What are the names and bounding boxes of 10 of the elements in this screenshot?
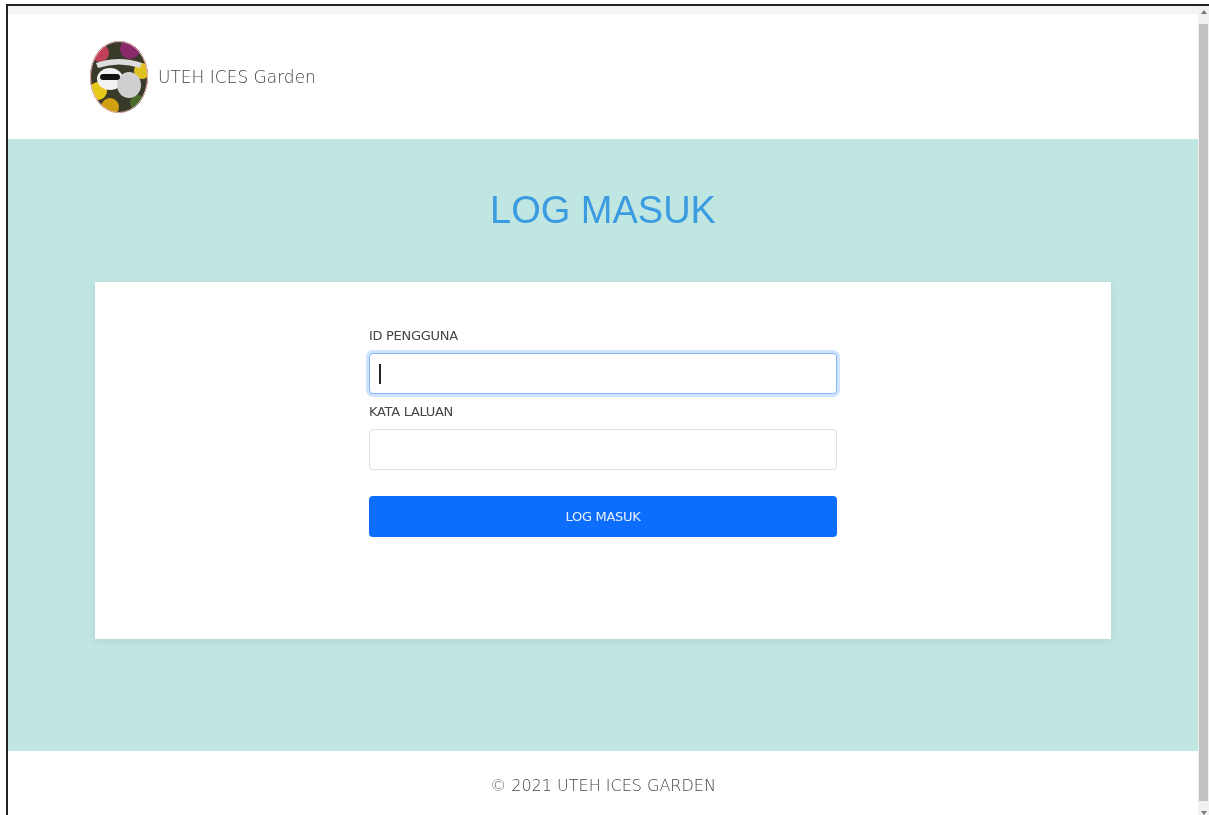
copyright-text: © 2021 UTEH ICES GARDEN xyxy=(490,775,716,795)
input-field[interactable] xyxy=(369,353,837,394)
page-title: LOG MASUK xyxy=(490,189,716,232)
text-cursor xyxy=(379,363,381,384)
field-label: KATA LALUAN xyxy=(369,404,454,419)
field-label: ID PENGGUNA xyxy=(369,328,459,343)
scrollbar[interactable] xyxy=(1198,6,1209,815)
login-button[interactable]: LOG MASUK xyxy=(369,496,837,537)
input-field[interactable] xyxy=(369,429,837,470)
brand-name[interactable]: UTEH ICES Garden xyxy=(158,66,316,87)
